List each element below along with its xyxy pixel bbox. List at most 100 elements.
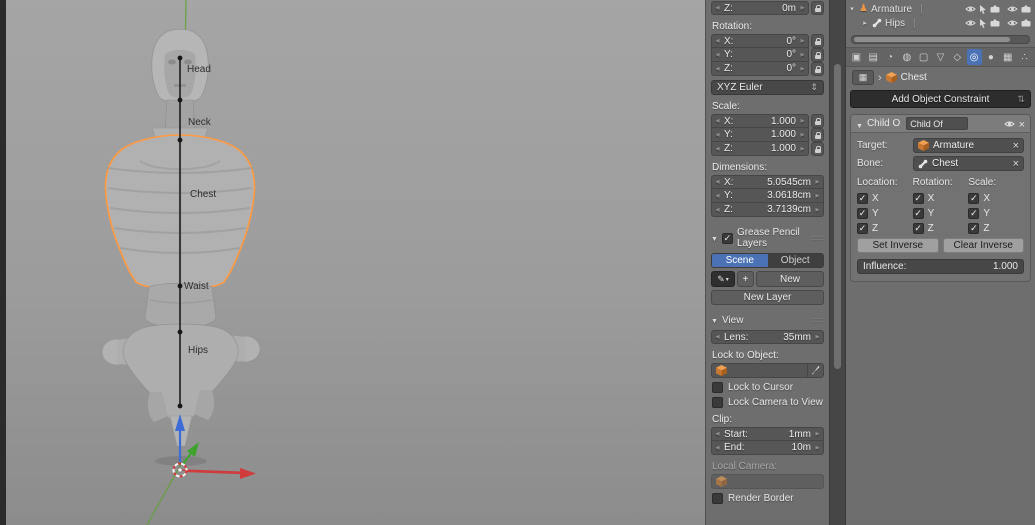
constraint-panel-header[interactable]: Child O Child Of <box>851 115 1030 133</box>
increment-arrow-icon[interactable] <box>799 2 806 14</box>
increment-arrow-icon[interactable] <box>814 442 821 454</box>
tab-world[interactable]: ◍ <box>899 49 914 65</box>
tab-material[interactable]: ● <box>984 49 999 65</box>
tab-texture[interactable]: ▦ <box>1000 49 1015 65</box>
dimension-y-field[interactable]: Y: 3.0618cm <box>711 189 824 203</box>
tab-physics[interactable]: ∴ <box>1017 49 1032 65</box>
decrement-arrow-icon[interactable] <box>714 204 721 216</box>
outliner-row-hips[interactable]: Hips | <box>848 16 1033 30</box>
decrement-arrow-icon[interactable] <box>714 63 721 75</box>
tab-render-layers[interactable]: ▤ <box>866 49 881 65</box>
decrement-arrow-icon[interactable] <box>714 428 721 440</box>
new-button[interactable]: New <box>756 271 824 287</box>
scrollbar-thumb[interactable] <box>834 64 841 369</box>
scale-x-field[interactable]: X: 1.000 <box>711 114 809 128</box>
lock-icon[interactable] <box>811 62 824 76</box>
lock-icon[interactable] <box>811 48 824 62</box>
increment-arrow-icon[interactable] <box>814 176 821 188</box>
tab-object[interactable]: Object <box>767 254 823 267</box>
increment-arrow-icon[interactable] <box>799 49 806 61</box>
panel-grip-icon[interactable] <box>812 234 824 243</box>
scale-x-checkbox[interactable] <box>968 193 980 204</box>
decrement-arrow-icon[interactable] <box>714 176 721 188</box>
location-z-field[interactable]: Z: 0m <box>711 1 809 15</box>
tab-scene[interactable]: Scene <box>712 254 768 267</box>
lock-icon[interactable] <box>811 34 824 48</box>
selectable-cursor-icon[interactable] <box>979 4 987 14</box>
location-x-checkbox[interactable] <box>857 193 868 204</box>
render-border-checkbox[interactable] <box>712 493 723 504</box>
decrement-arrow-icon[interactable] <box>714 331 721 343</box>
increment-arrow-icon[interactable] <box>799 35 806 47</box>
renderable-camera-icon[interactable] <box>1021 19 1031 27</box>
increment-arrow-icon[interactable] <box>814 204 821 216</box>
clear-target-icon[interactable] <box>1013 140 1019 152</box>
rotation-y-checkbox[interactable] <box>912 208 924 219</box>
decrement-arrow-icon[interactable] <box>714 143 721 155</box>
3d-viewport[interactable]: Head Neck Chest Waist Hips <box>0 0 705 525</box>
increment-arrow-icon[interactable] <box>799 129 806 141</box>
increment-arrow-icon[interactable] <box>814 428 821 440</box>
outliner-row-armature[interactable]: ♟ Armature | <box>848 2 1033 16</box>
expander-icon[interactable] <box>861 19 869 27</box>
set-inverse-button[interactable]: Set Inverse <box>857 238 939 253</box>
lens-field[interactable]: Lens: 35mm <box>711 330 824 344</box>
visibility-eye-icon[interactable] <box>965 19 976 27</box>
tab-scene[interactable]: ◔ <box>883 49 898 65</box>
character-mesh[interactable] <box>101 28 261 466</box>
increment-arrow-icon[interactable] <box>814 190 821 202</box>
local-camera-field[interactable] <box>711 474 824 489</box>
collapse-triangle-icon[interactable] <box>711 233 718 244</box>
tab-constraints[interactable]: ◎ <box>966 49 982 65</box>
influence-slider[interactable]: Influence: 1.000 <box>857 259 1024 274</box>
rotation-x-checkbox[interactable] <box>912 193 924 204</box>
decrement-arrow-icon[interactable] <box>714 190 721 202</box>
decrement-arrow-icon[interactable] <box>714 129 721 141</box>
rotation-z-field[interactable]: Z: 0° <box>711 62 809 76</box>
renderable-camera-icon[interactable] <box>1021 5 1031 13</box>
visibility-eye-icon[interactable] <box>965 5 976 13</box>
grease-pencil-checkbox[interactable] <box>721 232 733 244</box>
tab-object[interactable]: ▢ <box>916 49 931 65</box>
rotation-z-checkbox[interactable] <box>912 223 924 234</box>
draw-mode-button[interactable]: ✎ ▾ <box>711 271 735 287</box>
scale-y-field[interactable]: Y: 1.000 <box>711 128 809 142</box>
rotation-x-field[interactable]: X: 0° <box>711 34 809 48</box>
region-scrollbar[interactable] <box>829 0 846 525</box>
increment-arrow-icon[interactable] <box>799 143 806 155</box>
outliner-horizontal-scrollbar[interactable] <box>851 35 1030 44</box>
tab-object-data[interactable]: ▽ <box>933 49 948 65</box>
breadcrumb-object-name[interactable]: Chest <box>901 72 927 83</box>
add-object-constraint-button[interactable]: Add Object Constraint <box>850 90 1031 108</box>
add-layer-button[interactable]: + <box>737 271 754 287</box>
delete-constraint-icon[interactable] <box>1019 115 1025 133</box>
clip-start-field[interactable]: Start: 1mm <box>711 427 824 441</box>
new-layer-button[interactable]: New Layer <box>711 290 824 305</box>
lock-icon[interactable] <box>811 142 824 156</box>
renderable-camera-icon[interactable] <box>990 5 1000 13</box>
dimension-z-field[interactable]: Z: 3.7139cm <box>711 203 824 217</box>
increment-arrow-icon[interactable] <box>799 63 806 75</box>
lock-icon[interactable] <box>811 114 824 128</box>
dimension-x-field[interactable]: X: 5.0545cm <box>711 175 824 189</box>
collapse-triangle-icon[interactable] <box>856 115 863 133</box>
lock-icon[interactable] <box>811 1 824 15</box>
scrollbar-thumb[interactable] <box>854 37 1010 42</box>
collapse-triangle-icon[interactable] <box>711 315 718 326</box>
lock-camera-checkbox[interactable] <box>712 397 723 408</box>
expander-icon[interactable] <box>848 5 856 13</box>
location-z-checkbox[interactable] <box>857 223 868 234</box>
rotation-y-field[interactable]: Y: 0° <box>711 48 809 62</box>
visibility-eye-icon[interactable] <box>1007 19 1018 27</box>
tab-modifiers[interactable]: ◇ <box>950 49 965 65</box>
decrement-arrow-icon[interactable] <box>714 35 721 47</box>
clip-end-field[interactable]: End: 10m <box>711 441 824 455</box>
scale-z-checkbox[interactable] <box>968 223 980 234</box>
scale-y-checkbox[interactable] <box>968 208 980 219</box>
location-y-checkbox[interactable] <box>857 208 868 219</box>
lock-to-cursor-checkbox[interactable] <box>712 382 723 393</box>
context-menu-button[interactable] <box>852 69 874 85</box>
view-panel-header[interactable]: View <box>711 315 824 326</box>
bone-field[interactable]: Chest <box>913 156 1024 171</box>
grease-pencil-panel-header[interactable]: Grease Pencil Layers <box>711 227 824 249</box>
